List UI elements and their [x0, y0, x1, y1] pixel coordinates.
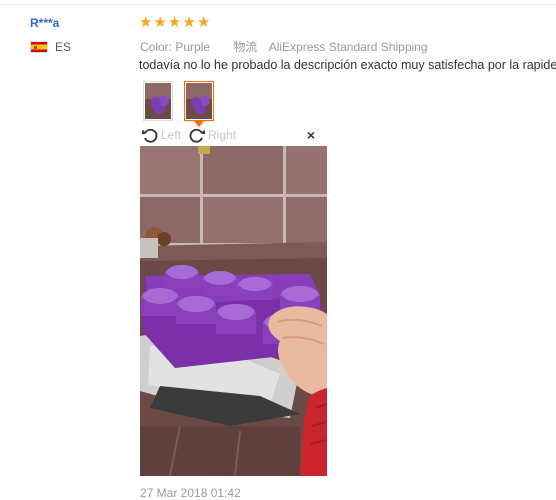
rotate-left-icon: [141, 128, 158, 143]
review-text: todavía no lo he probado la descripción …: [139, 58, 556, 72]
review-photo-image: [140, 146, 327, 476]
review-photo-thumb-1[interactable]: [143, 81, 173, 121]
rotate-right-icon: [189, 128, 206, 143]
review-meta: Color: Purple 物流 AliExpress Standard Shi…: [140, 38, 428, 55]
section-divider: [0, 4, 556, 5]
buyer-name: R***a: [30, 16, 60, 30]
star-icon: ★: [167, 13, 182, 31]
star-icon: ★: [196, 13, 211, 31]
color-value: Purple: [175, 40, 211, 54]
star-icon: ★: [139, 13, 153, 31]
buyer-country: ES: [30, 40, 71, 54]
shipping-label: 物流: [233, 40, 258, 54]
star-icon: ★: [153, 13, 167, 31]
close-icon[interactable]: ×: [305, 128, 317, 142]
star-icon: ★: [182, 13, 196, 31]
country-code: ES: [55, 40, 72, 54]
star-rating: ★ ★ ★ ★ ★: [139, 14, 210, 30]
review-photo-thumbnails: [143, 81, 214, 127]
rotate-left-label: Left: [161, 128, 182, 142]
spain-flag-icon: [30, 41, 48, 53]
thumbnail-image: [186, 83, 212, 119]
color-label: Color:: [140, 40, 173, 54]
thumbnail-image: [145, 83, 171, 119]
review-date: 27 Mar 2018 01:42: [140, 486, 241, 500]
review-photo-thumb-2[interactable]: [184, 81, 214, 127]
photo-viewer-toolbar: Left Right ×: [140, 124, 327, 146]
review-photo: [140, 146, 327, 476]
rotate-left-button[interactable]: Left: [140, 125, 181, 145]
rotate-right-label: Right: [208, 128, 237, 142]
shipping-value: AliExpress Standard Shipping: [268, 40, 428, 54]
rotate-right-button[interactable]: Right: [187, 125, 236, 145]
